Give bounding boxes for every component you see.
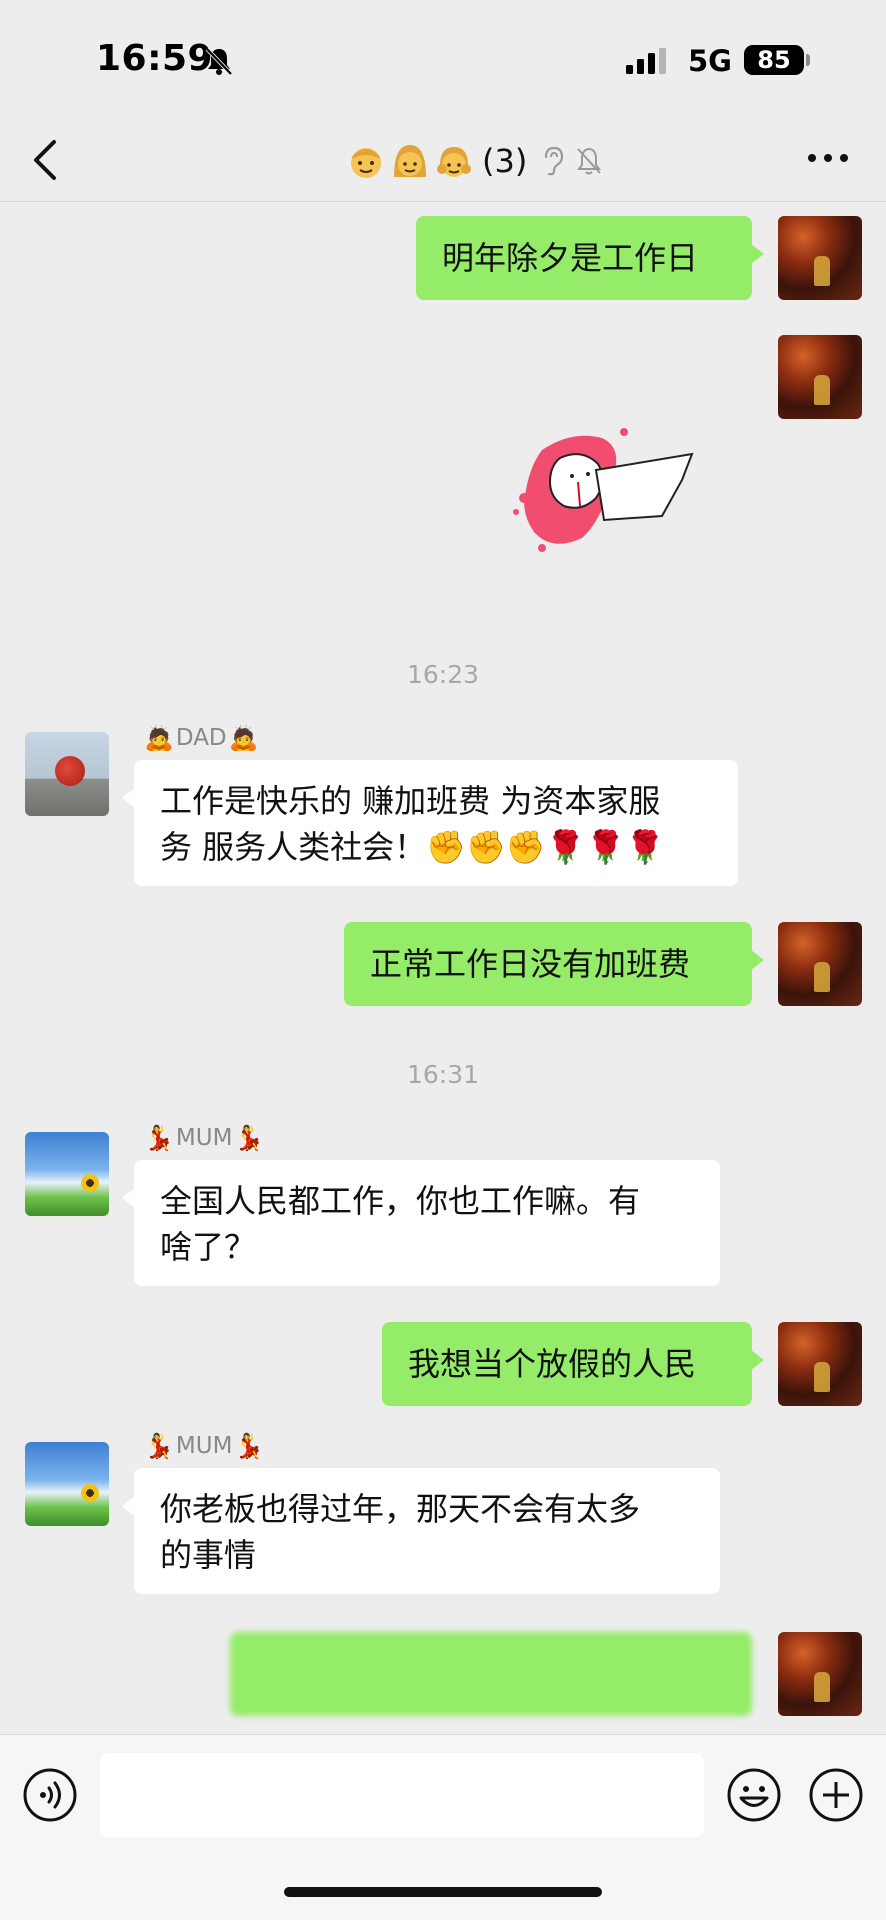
sender-emoji: 🙇 [144,724,174,752]
woman-face-icon [394,145,426,177]
message-text-line: 务 服务人类社会！✊✊✊🌹🌹🌹 [160,828,666,866]
message-text-line: 的事情 [160,1536,257,1574]
message-text: 正常工作日没有加班费 [370,945,691,983]
status-time: 16:59 [96,38,214,79]
self-avatar[interactable] [778,216,862,300]
message-bubble-self[interactable]: 正常工作日没有加班费 [344,922,764,1006]
message-bubble-other[interactable]: 你老板也得过年，那天不会有太多 的事情 [122,1468,720,1594]
home-indicator[interactable] [284,1887,602,1897]
message-text: 我想当个放假的人民 [408,1345,697,1383]
message-text-line: 啥了？ [160,1228,257,1266]
more-icon[interactable] [806,150,850,166]
signal-icon [626,48,666,74]
emoji-icon[interactable] [726,1767,782,1823]
sender-name: 🙇 DAD 🙇 [144,724,259,752]
message-bubble-self-blurred[interactable] [230,1632,752,1716]
member-count: (3) [482,142,528,180]
message-text-line: 工作是快乐的 赚加班费 为资本家服 [160,782,661,820]
back-icon[interactable] [30,138,60,182]
sender-emoji: 🙇 [228,724,259,752]
message-timestamp: 16:31 [406,1060,480,1089]
message-text: 明年除夕是工作日 [442,239,699,277]
status-bar: 16:59 5G 85 [0,0,886,120]
girl-face-icon [437,147,471,177]
message-bubble-other[interactable]: 全国人民都工作，你也工作嘛。有 啥了？ [122,1160,720,1286]
self-avatar[interactable] [778,1322,862,1406]
voice-icon[interactable] [22,1767,78,1823]
plus-icon[interactable] [808,1767,864,1823]
sender-label: MUM [175,1125,233,1151]
chat-header: (3) [0,120,886,202]
sender-emoji: 💃 [234,1432,265,1460]
sender-emoji: 💃 [234,1124,265,1152]
self-avatar[interactable] [778,922,862,1006]
sender-emoji: 💃 [144,1124,174,1152]
message-input[interactable] [100,1753,704,1837]
message-text-line: 全国人民都工作，你也工作嘛。有 [160,1182,641,1220]
sender-label: DAD [175,725,227,751]
bell-muted-icon [577,147,602,175]
message-timestamp: 16:23 [406,660,480,689]
network-label: 5G [688,44,732,78]
chat-title[interactable]: (3) [346,138,603,184]
battery-indicator: 85 [744,45,804,75]
message-text-line: 你老板也得过年，那天不会有太多 [160,1490,641,1528]
man-face-icon [351,148,381,178]
sticker-image[interactable] [512,420,702,560]
input-bar [0,1734,886,1920]
self-avatar[interactable] [778,335,862,419]
message-bubble-self[interactable]: 明年除夕是工作日 [416,216,764,300]
battery-tip [806,54,810,66]
mum-avatar[interactable] [25,1132,109,1216]
sender-label: MUM [175,1433,233,1459]
bell-muted-icon [205,47,233,76]
dad-avatar[interactable] [25,732,109,816]
mum-avatar[interactable] [25,1442,109,1526]
ear-icon [545,146,564,176]
message-bubble-self[interactable]: 我想当个放假的人民 [382,1322,764,1406]
sender-name: 💃 MUM 💃 [144,1432,264,1460]
sender-name: 💃 MUM 💃 [144,1124,264,1152]
self-avatar[interactable] [778,1632,862,1716]
message-bubble-other[interactable]: 工作是快乐的 赚加班费 为资本家服 务 服务人类社会！✊✊✊🌹🌹🌹 [122,760,738,886]
sender-emoji: 💃 [144,1432,174,1460]
